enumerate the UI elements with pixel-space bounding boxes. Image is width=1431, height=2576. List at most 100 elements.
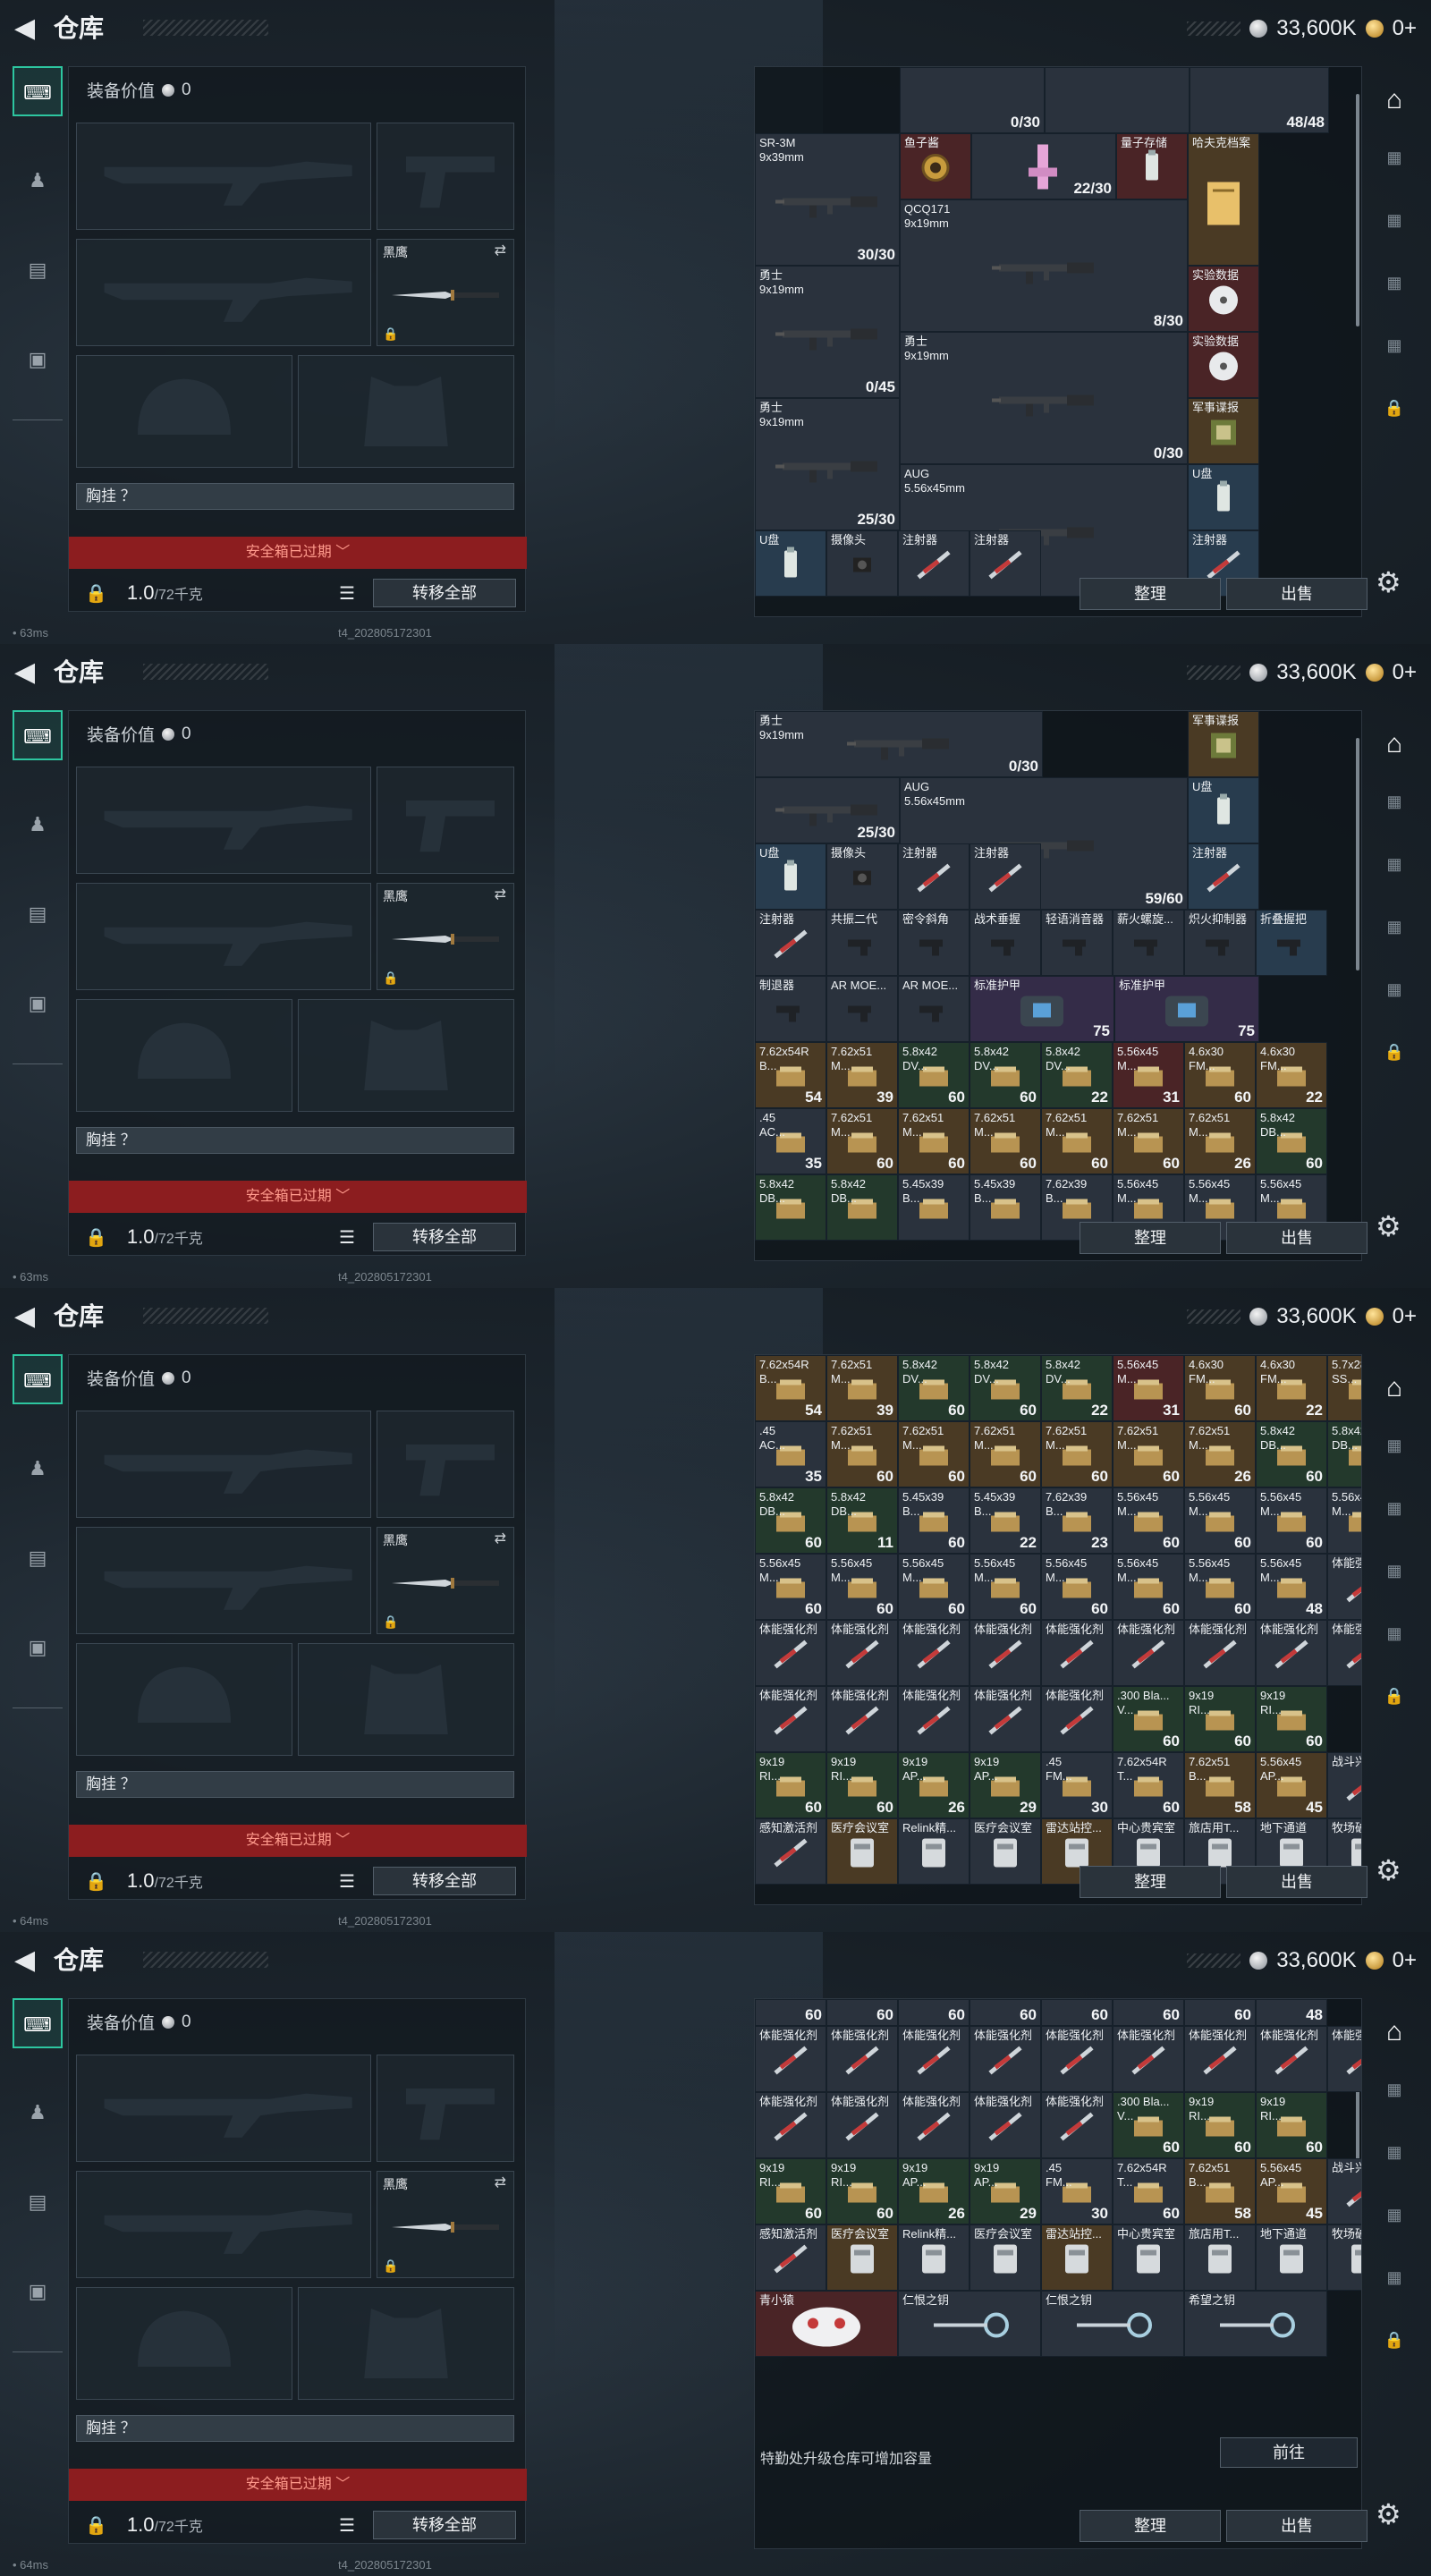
stash-item[interactable]: 9x19 RI... 60 <box>755 1752 826 1818</box>
stash-tab-5-icon[interactable]: ▦ <box>1375 2258 1414 2297</box>
stash-item[interactable]: 注射器 <box>970 530 1041 597</box>
stash-item[interactable]: .45 FM... 30 <box>1041 1752 1113 1818</box>
stash-item[interactable]: 制退器 <box>755 976 826 1042</box>
stash-item[interactable]: 军事谍报 <box>1188 398 1259 464</box>
sell-button[interactable]: 出售 <box>1226 2510 1367 2542</box>
helmet-tab-icon[interactable]: ♟ <box>13 2088 63 2138</box>
stash-item[interactable]: 雷达站控... <box>1041 2224 1113 2291</box>
stash-item[interactable]: 中心贵宾室 <box>1113 2224 1184 2291</box>
stash-item[interactable]: 5.56x45 M...60 <box>1041 1554 1113 1620</box>
stash-item[interactable]: 7.62x51 M... 26 <box>1184 1108 1256 1174</box>
stash-item[interactable]: 7.62x54R B... 54 <box>755 1355 826 1421</box>
stash-item[interactable]: 9x19 AP... 29 <box>970 1752 1041 1818</box>
stash-item[interactable]: 7.62x39 B... 23 <box>1041 1487 1113 1554</box>
stash-item[interactable]: 哈夫克档案 <box>1188 133 1259 266</box>
stash-item[interactable]: 4.6x30 FM... 60 <box>1184 1042 1256 1108</box>
helmet-tab-icon[interactable]: ♟ <box>13 800 63 850</box>
gold-balance[interactable]: 0+ <box>1393 1948 1417 1973</box>
stash-item[interactable]: 体能强化剂 <box>898 1686 970 1752</box>
stash-item[interactable]: 体能强化剂 <box>1041 1686 1113 1752</box>
warehouse-tab-icon[interactable]: ⌂ <box>1375 2012 1414 2052</box>
stash-grid[interactable]: 7.62x54R B... 54 7.62x51 M... 39 5.8x42 DV..… <box>754 1354 1362 1905</box>
stash-item[interactable]: .45 FM... 30 <box>1041 2158 1113 2224</box>
stash-item[interactable]: 注射器 <box>898 843 970 910</box>
melee-slot[interactable]: 黑鹰 ⇄ 🔒 <box>377 1527 514 1634</box>
stash-item[interactable]: 共振二代 <box>826 910 898 976</box>
sort-button[interactable]: 整理 <box>1080 2510 1221 2542</box>
stash-item[interactable]: 体能强化剂 <box>1256 1620 1327 1686</box>
stash-item[interactable]: 勇士 9x19mm 0/45 <box>755 266 900 398</box>
stash-item[interactable]: .300 Bla... V... 60 <box>1113 2092 1184 2158</box>
briefcase-tab-icon[interactable]: ▣ <box>13 335 63 385</box>
stash-item[interactable]: 60 <box>970 1999 1041 2026</box>
helmet-slot[interactable] <box>76 355 292 468</box>
stash-item[interactable]: 摄像头 <box>826 530 898 597</box>
stash-item[interactable]: 9x19 RI... 60 <box>826 1752 898 1818</box>
stash-item[interactable]: 9x19 RI... 60 <box>1184 1686 1256 1752</box>
stash-item[interactable]: 7.62x51 M... 60 <box>1041 1421 1113 1487</box>
stash-item[interactable]: .45 AC... 35 <box>755 1421 826 1487</box>
stash-item[interactable]: 摄像头 <box>826 843 898 910</box>
secondary-weapon-slot[interactable] <box>76 883 371 990</box>
stash-item[interactable]: 60 <box>898 1999 970 2026</box>
settings-gear-icon[interactable]: ⚙ <box>1376 565 1401 599</box>
stash-item[interactable]: 7.62x54R B... 54 <box>755 1042 826 1108</box>
briefcase-tab-icon[interactable]: ▣ <box>13 2267 63 2317</box>
stash-item[interactable]: 5.8x42 DB... <box>755 1174 826 1241</box>
stash-item[interactable]: 感知激活剂 <box>755 2224 826 2291</box>
stash-item[interactable]: 9x19 AP... 26 <box>898 2158 970 2224</box>
stash-item[interactable]: 7.62x51 M... 39 <box>826 1042 898 1108</box>
stash-item[interactable]: U盘 <box>755 530 826 597</box>
stash-item[interactable]: 体能强化剂 <box>970 2092 1041 2158</box>
stash-item[interactable]: 体能强化剂 <box>1327 1554 1361 1620</box>
stash-item[interactable]: 医疗会议室 <box>826 2224 898 2291</box>
list-icon[interactable]: ☰ <box>339 582 355 605</box>
stash-item[interactable]: 注射器 <box>970 843 1041 910</box>
stash-item[interactable]: 60 <box>826 1999 898 2026</box>
stash-grid[interactable]: 60 60 60 60 60 60 60 48 体能强化剂 体能强化剂 体能强化剂 体能强化剂 体能强化… <box>754 1998 1362 2549</box>
stash-item[interactable]: 7.62x54R T... 60 <box>1113 1752 1184 1818</box>
secondary-weapon-slot[interactable] <box>76 1527 371 1634</box>
stash-item[interactable]: 希望之钥 <box>1184 2291 1327 2357</box>
stash-item[interactable]: SR-3M 9x39mm 30/30 <box>755 133 900 266</box>
stash-item[interactable]: 体能强化剂 <box>755 1686 826 1752</box>
stash-item[interactable]: 5.56x45 AP... 45 <box>1256 1752 1327 1818</box>
gun-tab-icon[interactable]: ⌨ <box>13 66 63 116</box>
primary-weapon-slot[interactable] <box>76 1411 371 1518</box>
gun-tab-icon[interactable]: ⌨ <box>13 1998 63 2048</box>
briefcase-tab-icon[interactable]: ▣ <box>13 979 63 1029</box>
stash-item[interactable]: 5.56x45 M...60 <box>1184 1554 1256 1620</box>
stash-item[interactable]: 5.56x45 M...60 <box>1113 1554 1184 1620</box>
stash-item[interactable]: 5.8x42 DV... 60 <box>970 1042 1041 1108</box>
backpack-tab-icon[interactable]: ▤ <box>13 245 63 295</box>
stash-item[interactable]: 7.62x51 M... 60 <box>1041 1108 1113 1174</box>
back-arrow-icon[interactable]: ◀ <box>14 1301 41 1333</box>
stash-item[interactable]: Relink精... <box>898 2224 970 2291</box>
sell-button[interactable]: 出售 <box>1226 1222 1367 1254</box>
stash-item[interactable]: 体能强化剂 <box>1184 1620 1256 1686</box>
stash-item[interactable]: 9x19 RI... 60 <box>1256 1686 1327 1752</box>
stash-tab-5-icon[interactable]: ▦ <box>1375 1614 1414 1653</box>
stash-item[interactable]: 5.45x39 B... 22 <box>970 1487 1041 1554</box>
stash-item[interactable]: 仁恨之钥 <box>898 2291 1041 2357</box>
stash-item[interactable]: 战术垂握 <box>970 910 1041 976</box>
pistol-slot[interactable] <box>377 123 514 230</box>
stash-item[interactable]: 7.62x51 M... 39 <box>826 1355 898 1421</box>
stash-item[interactable]: 战斗兴奋剂 <box>1327 1752 1361 1818</box>
backpack-tab-icon[interactable]: ▤ <box>13 889 63 939</box>
gold-balance[interactable]: 0+ <box>1393 660 1417 685</box>
stash-tab-5-icon[interactable]: ▦ <box>1375 326 1414 365</box>
stash-item[interactable]: 标准护甲 75 <box>1114 976 1259 1042</box>
sort-button[interactable]: 整理 <box>1080 1222 1221 1254</box>
secondary-weapon-slot[interactable] <box>76 2171 371 2278</box>
pistol-slot[interactable] <box>377 767 514 874</box>
stash-item[interactable]: 7.62x51 M... 26 <box>1184 1421 1256 1487</box>
stash-item[interactable]: 7.62x51 B... 58 <box>1184 1752 1256 1818</box>
chest-rig-slot[interactable]: 胸挂 ？ <box>76 2415 514 2442</box>
stash-item[interactable]: 注射器 <box>755 910 826 976</box>
chest-rig-slot[interactable]: 胸挂 ？ <box>76 1771 514 1798</box>
stash-tab-3-icon[interactable]: ▦ <box>1375 2132 1414 2172</box>
armor-slot[interactable] <box>298 999 514 1112</box>
helmet-tab-icon[interactable]: ♟ <box>13 156 63 206</box>
goto-button[interactable]: 前往 <box>1220 2437 1358 2468</box>
